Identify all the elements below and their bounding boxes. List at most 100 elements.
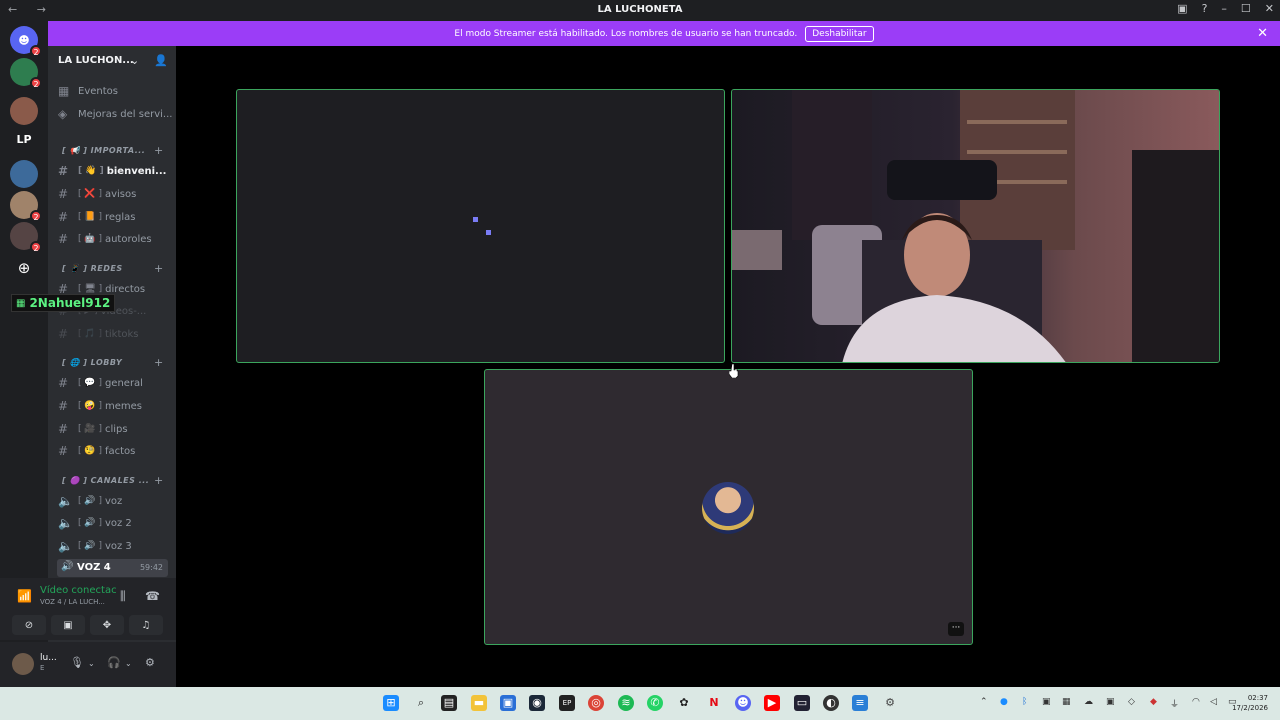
- chevron-down-icon[interactable]: ⌄: [125, 659, 132, 668]
- gear-icon[interactable]: ⚙: [145, 656, 155, 669]
- app-icon[interactable]: ▭: [794, 695, 810, 711]
- wifi-icon[interactable]: ◠: [1192, 697, 1200, 707]
- add-channel-icon[interactable]: +: [154, 144, 163, 157]
- notification-badge: 2: [30, 77, 42, 89]
- add-server-icon[interactable]: ⊕: [10, 254, 38, 282]
- youtube-icon[interactable]: ▶: [764, 695, 780, 711]
- disable-streamer-button[interactable]: Deshabilitar: [805, 25, 874, 42]
- add-channel-icon[interactable]: +: [154, 262, 163, 275]
- microphone-icon[interactable]: 🎙: [70, 656, 84, 669]
- camera-off-button[interactable]: ⊘: [12, 615, 46, 635]
- notification-badge: 2: [30, 241, 42, 253]
- soundboard-button[interactable]: ♫: [129, 615, 163, 635]
- inbox-icon[interactable]: ▣: [1177, 2, 1187, 15]
- voice-channel-voz-3[interactable]: 🔈 [ 🔊 ] voz 3: [58, 539, 132, 553]
- noise-suppression-icon[interactable]: ⫼: [120, 589, 126, 604]
- maximize-button[interactable]: ☐: [1241, 2, 1251, 15]
- search-icon[interactable]: ⌕: [413, 695, 429, 711]
- add-channel-icon[interactable]: +: [154, 474, 163, 487]
- system-clock[interactable]: 02:37 17/2/2026: [1232, 693, 1268, 713]
- more-options-button[interactable]: ···: [948, 622, 964, 636]
- channel-clips[interactable]: # [ 🎥 ] clips: [58, 422, 128, 436]
- bluetooth-icon[interactable]: ᛒ: [1022, 697, 1027, 707]
- channel-memes[interactable]: # [ 🤪 ] memes: [58, 399, 142, 413]
- help-icon[interactable]: ?: [1202, 2, 1208, 15]
- task-view-icon[interactable]: ▤: [441, 695, 457, 711]
- server-boost-item[interactable]: ◈ Mejoras del servi...: [58, 107, 172, 121]
- discord-home-icon[interactable]: ☻ 2: [10, 26, 42, 57]
- tray-app-icon[interactable]: ◇: [1128, 697, 1135, 707]
- tray-app-icon[interactable]: ◆: [1150, 697, 1157, 707]
- disconnect-icon[interactable]: ☎: [145, 589, 160, 603]
- video-tile-avatar[interactable]: ···: [484, 369, 973, 645]
- minimize-button[interactable]: –: [1221, 2, 1227, 15]
- chevron-down-icon[interactable]: ⌄: [88, 659, 95, 668]
- category-importante[interactable]: [ 📢 ] IMPORTA...: [62, 146, 145, 155]
- server-icon[interactable]: 2: [10, 191, 42, 222]
- volume-icon[interactable]: ◁: [1210, 697, 1217, 707]
- chevron-down-icon[interactable]: ⌄: [130, 54, 139, 67]
- obs-icon[interactable]: ◐: [823, 695, 839, 711]
- settings-taskbar-icon[interactable]: ⚙: [882, 695, 898, 711]
- channel-avisos[interactable]: # [ ❌ ] avisos: [58, 187, 136, 201]
- channel-tiktoks[interactable]: # [ 🎵 ] tiktoks: [58, 327, 138, 341]
- add-channel-icon[interactable]: +: [154, 356, 163, 369]
- tray-app-icon[interactable]: ▣: [1106, 697, 1115, 707]
- server-icon[interactable]: [10, 97, 38, 125]
- spotify-icon[interactable]: ≋: [618, 695, 634, 711]
- username: lu...: [40, 653, 57, 663]
- category-lobby[interactable]: [ 🌐 ] LOBBY: [62, 358, 122, 367]
- tray-app-icon[interactable]: ☁: [1084, 697, 1093, 707]
- epic-games-icon[interactable]: EP: [559, 695, 575, 711]
- close-window-button[interactable]: ✕: [1265, 2, 1274, 15]
- channel-general[interactable]: # [ 💬 ] general: [58, 376, 143, 390]
- tray-app-icon[interactable]: ●: [1000, 697, 1008, 707]
- tray-app-icon[interactable]: ▣: [1042, 697, 1051, 707]
- invite-icon[interactable]: 👤: [154, 54, 168, 67]
- chrome-icon[interactable]: ◎: [588, 695, 604, 711]
- whatsapp-icon[interactable]: ✆: [647, 695, 663, 711]
- chatgpt-icon[interactable]: ✿: [676, 695, 692, 711]
- server-lp-icon[interactable]: LP: [10, 125, 38, 153]
- windows-start-icon[interactable]: ⊞: [383, 695, 399, 711]
- server-icon[interactable]: 2: [10, 58, 42, 89]
- close-banner-icon[interactable]: ✕: [1257, 26, 1268, 41]
- voice-channel-voz-4[interactable]: 🔊 VOZ 4 59:42: [57, 559, 168, 577]
- video-tile-loading[interactable]: [236, 89, 725, 363]
- channel-autoroles[interactable]: # [ 🤖 ] autoroles: [58, 232, 152, 246]
- text-channel-icon: #: [58, 187, 69, 201]
- discord-taskbar-icon[interactable]: ☻: [735, 695, 751, 711]
- channel-bienvenida[interactable]: # [ 👋 ] bienveni...: [58, 164, 166, 178]
- events-item[interactable]: ▦ Eventos: [58, 84, 118, 98]
- signal-icon[interactable]: 📶: [17, 589, 32, 603]
- tray-app-icon[interactable]: ▦: [1062, 697, 1071, 707]
- voice-channel-voz[interactable]: 🔈 [ 🔊 ] voz: [58, 494, 122, 508]
- window-controls: ▣ ? – ☐ ✕: [1177, 2, 1274, 15]
- notepad-icon[interactable]: ≡: [852, 695, 868, 711]
- text-channel-icon: #: [58, 376, 69, 390]
- user-panel: lu... E 🎙 ⌄ 🎧 ⌄ ⚙: [0, 642, 176, 687]
- server-icon[interactable]: [10, 160, 38, 188]
- server-icon[interactable]: 2: [10, 222, 42, 253]
- activities-button[interactable]: ✥: [90, 615, 124, 635]
- server-name[interactable]: LA LUCHON...: [58, 55, 134, 66]
- screen-share-button[interactable]: ▣: [51, 615, 85, 635]
- voice-channel-voz-2[interactable]: 🔈 [ 🔊 ] voz 2: [58, 516, 132, 530]
- text-channel-icon: #: [58, 210, 69, 224]
- boost-icon: ◈: [58, 107, 68, 121]
- steam-icon[interactable]: ◉: [529, 695, 545, 711]
- avatar[interactable]: [12, 653, 34, 675]
- channel-reglas[interactable]: # [ 📙 ] reglas: [58, 210, 135, 224]
- speaker-icon: 🔈: [58, 539, 73, 553]
- netflix-icon[interactable]: N: [706, 695, 722, 711]
- store-icon[interactable]: ▣: [500, 695, 516, 711]
- voice-location[interactable]: VOZ 4 / LA LUCH...: [40, 598, 105, 606]
- video-tile-camera[interactable]: [731, 89, 1220, 363]
- channel-factos[interactable]: # [ 🧐 ] factos: [58, 444, 135, 458]
- tray-chevron-icon[interactable]: ⌃: [980, 697, 988, 707]
- file-explorer-icon[interactable]: ▬: [471, 695, 487, 711]
- headphones-icon[interactable]: 🎧: [107, 656, 121, 669]
- usb-icon[interactable]: ⏚: [1170, 697, 1179, 710]
- category-canales[interactable]: [ 🟣 ] CANALES ...: [62, 476, 149, 485]
- category-redes[interactable]: [ 📱 ] REDES: [62, 264, 123, 273]
